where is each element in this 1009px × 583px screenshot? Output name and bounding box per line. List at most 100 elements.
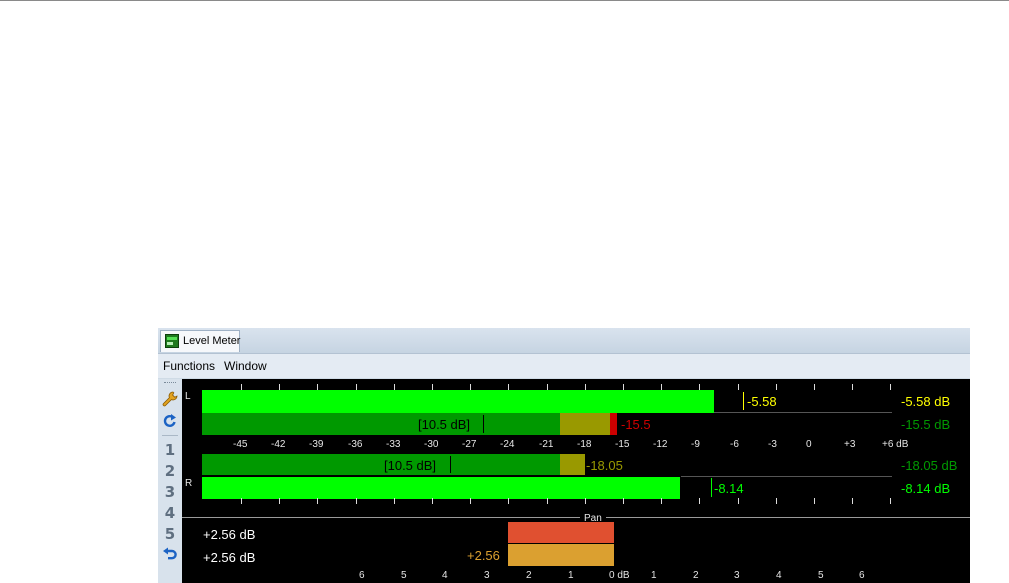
scale-label: -24 xyxy=(500,439,515,450)
left-peak-readout: -5.58 dB xyxy=(901,394,951,409)
top-divider xyxy=(0,0,1009,1)
scale-label: -33 xyxy=(386,439,401,450)
preset-4-button[interactable]: 4 xyxy=(160,504,180,522)
pan-scale-label: 5 xyxy=(401,570,407,581)
scale-label: -27 xyxy=(462,439,477,450)
pan-scale-label: 3 xyxy=(734,570,740,581)
pan-scale-label: 4 xyxy=(442,570,448,581)
left-rms-bracket: [10.5 dB] xyxy=(418,417,471,432)
left-rms-bar xyxy=(202,413,560,435)
left-rms-clip-bar xyxy=(610,413,617,435)
left-peak-hold-value: -5.58 xyxy=(747,394,777,409)
left-peak-baseline xyxy=(714,412,892,413)
tick-mark-right xyxy=(738,498,739,504)
scale-label: +3 xyxy=(844,439,856,450)
pan-divider xyxy=(182,517,970,518)
settings-button[interactable] xyxy=(160,391,180,409)
pan-rms-balance: +2.56 dB xyxy=(203,550,256,565)
tick-mark-right xyxy=(890,498,891,504)
scale-label: -42 xyxy=(271,439,286,450)
undo-icon xyxy=(163,547,177,560)
pan-rms-bar xyxy=(508,544,614,566)
tick-mark-left xyxy=(814,384,815,390)
preset-5-button[interactable]: 5 xyxy=(160,525,180,543)
right-rms-excess-bar xyxy=(560,454,585,475)
scale-label: 0 xyxy=(806,439,812,450)
tick-mark-left xyxy=(852,384,853,390)
undo-button[interactable] xyxy=(160,547,180,565)
tick-mark-left xyxy=(776,384,777,390)
left-peak-bar xyxy=(202,390,714,413)
pan-scale-label: 1 xyxy=(568,570,574,581)
scale-label: -45 xyxy=(233,439,248,450)
level-meter-icon xyxy=(165,334,179,348)
tick-mark-right xyxy=(241,498,242,504)
pan-peak-balance: +2.56 dB xyxy=(203,527,256,542)
tick-mark-right xyxy=(394,498,395,504)
pan-scale-label: 6 xyxy=(359,570,365,581)
pan-scale-label: 0 dB xyxy=(609,570,630,581)
tab-strip: Level Meter xyxy=(158,328,970,354)
tick-mark-right xyxy=(776,498,777,504)
tick-mark-right xyxy=(623,498,624,504)
preset-3-button[interactable]: 3 xyxy=(160,483,180,501)
preset-2-button[interactable]: 2 xyxy=(160,462,180,480)
side-toolbar: 1 2 3 4 5 xyxy=(158,379,182,583)
tab-label: Level Meter xyxy=(183,335,241,347)
scale-label: -3 xyxy=(768,439,777,450)
tick-mark-right xyxy=(814,498,815,504)
menu-window[interactable]: Window xyxy=(224,359,267,373)
tick-mark-right xyxy=(699,498,700,504)
scale-label: -30 xyxy=(424,439,439,450)
scale-label: -39 xyxy=(309,439,324,450)
channel-label-left: L xyxy=(185,391,191,402)
toolbar-separator xyxy=(162,435,178,436)
tick-mark-right xyxy=(470,498,471,504)
pan-scale-label: 2 xyxy=(693,570,699,581)
channel-label-right: R xyxy=(185,478,193,489)
wrench-icon xyxy=(162,391,178,407)
right-peak-bar xyxy=(202,477,680,499)
menu-bar: Functions Window xyxy=(158,354,970,378)
scale-label: -18 xyxy=(577,439,592,450)
reset-peaks-button[interactable] xyxy=(160,413,180,431)
tick-mark-right xyxy=(317,498,318,504)
tick-mark-right xyxy=(279,498,280,504)
tick-mark-right xyxy=(547,498,548,504)
pan-scale-label: 4 xyxy=(776,570,782,581)
meter-display: L -5.58 -5.58 dB [10.5 dB] -15.5 -15.5 d… xyxy=(182,379,970,583)
pan-peak-bar xyxy=(508,522,614,543)
right-peak-hold-value: -8.14 xyxy=(714,481,744,496)
pan-scale-label: 1 xyxy=(651,570,657,581)
menu-functions[interactable]: Functions xyxy=(163,359,215,373)
pan-scale-label: 6 xyxy=(859,570,865,581)
right-rms-value: -18.05 xyxy=(586,458,623,473)
pan-rms-bar-value: +2.56 xyxy=(467,548,500,563)
level-meter-window: Level Meter Functions Window 1 2 3 4 5 L… xyxy=(158,328,970,583)
left-rms-value: -15.5 xyxy=(621,417,651,432)
pan-scale-label: 2 xyxy=(526,570,532,581)
tick-mark-left xyxy=(738,384,739,390)
tick-mark-right xyxy=(585,498,586,504)
tab-level-meter[interactable]: Level Meter xyxy=(160,330,240,352)
scale-label: -15 xyxy=(615,439,630,450)
preset-1-button[interactable]: 1 xyxy=(160,441,180,459)
toolbar-grip[interactable] xyxy=(164,382,176,385)
left-rms-readout: -15.5 dB xyxy=(901,417,951,432)
pan-scale-label: 3 xyxy=(484,570,490,581)
right-rms-bar xyxy=(202,454,560,475)
right-peak-readout: -8.14 dB xyxy=(901,481,951,496)
reset-peaks-icon xyxy=(163,414,176,427)
tick-mark-right xyxy=(852,498,853,504)
scale-label: -21 xyxy=(539,439,554,450)
tick-mark-right xyxy=(508,498,509,504)
right-rms-bracket: [10.5 dB] xyxy=(384,458,437,473)
tick-mark-right xyxy=(356,498,357,504)
right-rms-readout: -18.05 dB xyxy=(901,458,958,473)
tick-mark-left xyxy=(890,384,891,390)
scale-label: -9 xyxy=(691,439,700,450)
left-rms-marker xyxy=(483,415,484,433)
scale-label: +6 dB xyxy=(882,439,909,450)
pan-scale-label: 5 xyxy=(818,570,824,581)
scale-label: -36 xyxy=(348,439,363,450)
